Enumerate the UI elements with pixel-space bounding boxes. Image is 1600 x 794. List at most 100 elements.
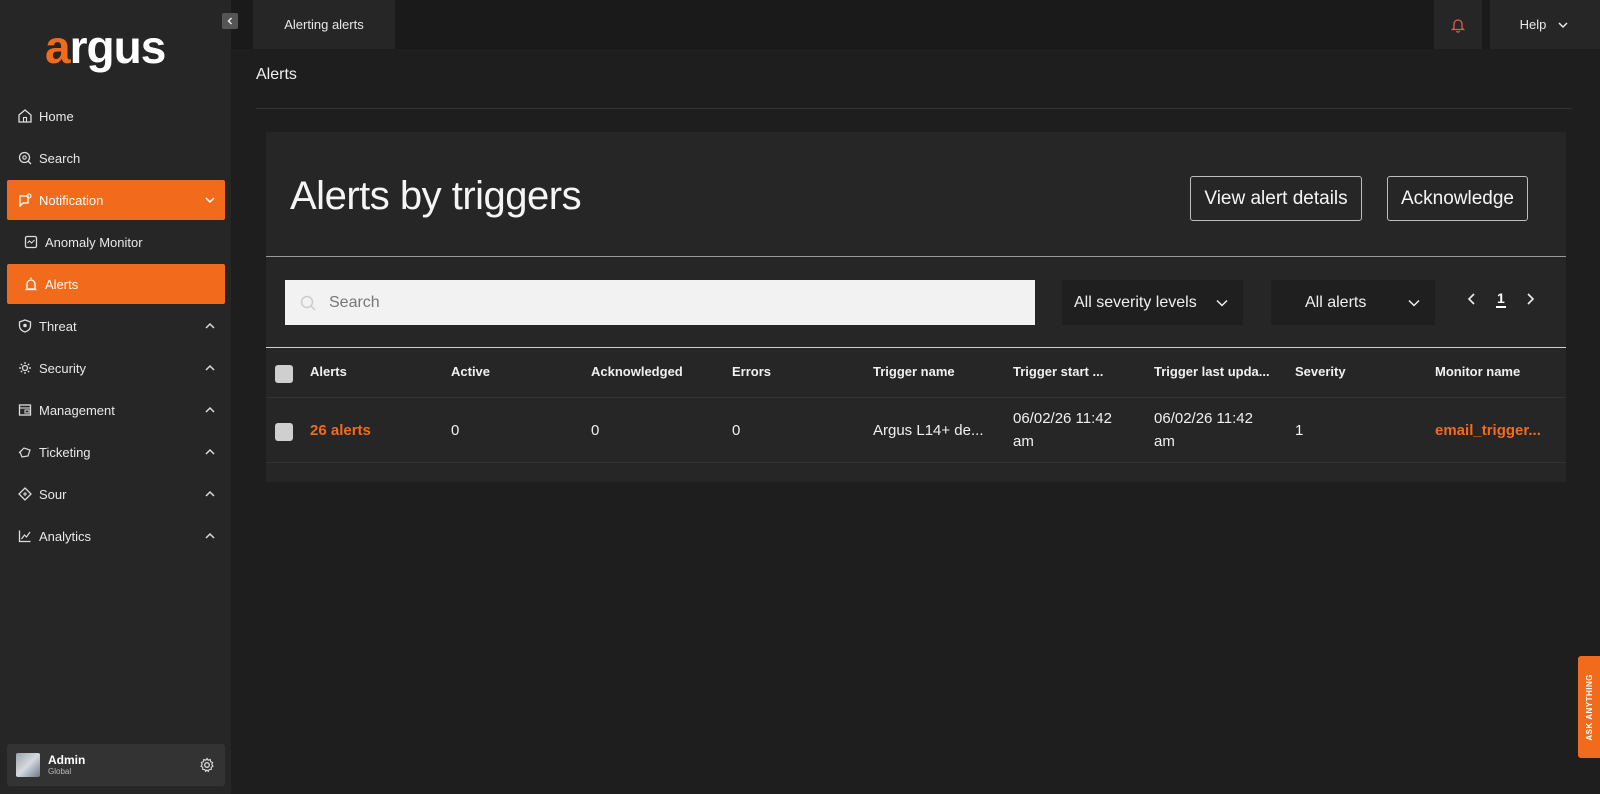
avatar (16, 753, 40, 777)
sidebar-item-label: Sour (39, 486, 67, 502)
collapse-sidebar-button[interactable] (222, 13, 238, 29)
ask-anything-widget[interactable]: ASK ANYTHING (1578, 656, 1600, 758)
sidebar-item-ticketing[interactable]: Ticketing (7, 432, 225, 472)
chevron-left-icon[interactable] (1466, 292, 1478, 306)
sidebar-item-alerts[interactable]: Alerts (7, 264, 225, 304)
column-header[interactable]: Acknowledged (591, 364, 683, 379)
sidebar-item-security[interactable]: Security (7, 348, 225, 388)
table-row[interactable]: 26 alerts 0 0 0 Argus L14+ de... 06/02/2… (266, 397, 1566, 463)
chevron-down-icon (1558, 21, 1568, 28)
user-profile[interactable]: Admin Global (7, 744, 225, 786)
sidebar-item-label: Search (39, 150, 81, 166)
pagination: 1 (1466, 290, 1536, 308)
row-checkbox[interactable] (275, 423, 293, 441)
sidebar-item-label: Notification (39, 192, 104, 208)
errors-count: 0 (732, 422, 741, 439)
trigger-last-update-time: 06/02/26 11:42 (1154, 410, 1253, 427)
chevron-up-icon (205, 532, 215, 539)
divider (256, 108, 1572, 109)
acknowledge-button[interactable]: Acknowledge (1387, 176, 1528, 221)
chevron-right-icon[interactable] (1524, 292, 1536, 306)
sidebar-item-label: Home (39, 108, 74, 124)
sidebar-item-threat[interactable]: Threat (7, 306, 225, 346)
user-name: Admin (48, 753, 86, 767)
chevron-up-icon (205, 490, 215, 497)
column-header[interactable]: Alerts (310, 364, 347, 379)
chevron-left-icon (227, 17, 232, 25)
column-header[interactable]: Trigger name (873, 364, 955, 379)
alarm-icon (23, 276, 39, 292)
column-header[interactable]: Severity (1295, 364, 1346, 379)
sidebar-item-search[interactable]: Search (7, 138, 225, 178)
column-header[interactable]: Monitor name (1435, 364, 1520, 379)
source-icon (17, 486, 33, 502)
search-icon (17, 150, 33, 166)
acknowledged-count: 0 (591, 422, 600, 439)
column-header[interactable]: Trigger start ... (1013, 364, 1138, 379)
alerts-card: Alerts by triggers View alert details Ac… (266, 132, 1566, 482)
alerts-filter-dropdown[interactable]: All alerts (1271, 280, 1435, 325)
search-input[interactable] (329, 293, 1009, 312)
sidebar-nav: Home Search Notification Anomaly Monitor… (7, 96, 225, 558)
sidebar-item-label: Anomaly Monitor (45, 234, 143, 250)
chevron-up-icon (205, 448, 215, 455)
trigger-last-update-ampm: am (1154, 433, 1175, 450)
sidebar-item-home[interactable]: Home (7, 96, 225, 136)
page-number[interactable]: 1 (1496, 290, 1506, 308)
sidebar-item-label: Alerts (45, 276, 79, 292)
bell-icon[interactable] (1434, 0, 1482, 49)
sidebar-item-anomaly-monitor[interactable]: Anomaly Monitor (7, 222, 225, 262)
page-title: Alerts (256, 66, 297, 83)
severity-filter-dropdown[interactable]: All severity levels (1062, 280, 1243, 325)
view-alert-details-button[interactable]: View alert details (1190, 176, 1362, 221)
management-icon (17, 402, 33, 418)
sidebar-item-analytics[interactable]: Analytics (7, 516, 225, 556)
chevron-down-icon (1216, 299, 1228, 307)
trigger-start-time: 06/02/26 11:42 (1013, 410, 1112, 427)
monitor-name-link[interactable]: email_trigger... (1435, 422, 1560, 439)
chevron-up-icon (205, 322, 215, 329)
sidebar-item-label: Threat (39, 318, 77, 334)
column-header[interactable]: Errors (732, 364, 771, 379)
ask-anything-label: ASK ANYTHING (1584, 673, 1594, 741)
severity-filter-value: All severity levels (1074, 293, 1197, 311)
analytics-icon (17, 528, 33, 544)
chevron-down-icon (1408, 299, 1420, 307)
chevron-up-icon (205, 364, 215, 371)
logo-accent-letter: a (45, 21, 71, 73)
home-icon (17, 108, 33, 124)
sidebar: a rgus Home Search Notification Anomaly M… (0, 0, 231, 794)
sidebar-item-notification[interactable]: Notification (7, 180, 225, 220)
notification-icon (17, 192, 33, 208)
top-bar: Alerting alerts Help (231, 0, 1600, 49)
search-icon (300, 295, 316, 311)
sidebar-item-sour[interactable]: Sour (7, 474, 225, 514)
shield-icon (17, 318, 33, 334)
trigger-name: Argus L14+ de... (873, 422, 984, 439)
monitor-icon (23, 234, 39, 250)
trigger-start-ampm: am (1013, 433, 1034, 450)
tab-alerting-alerts[interactable]: Alerting alerts (253, 0, 395, 49)
sidebar-item-label: Management (39, 402, 115, 418)
card-title: Alerts by triggers (290, 174, 582, 218)
severity-value: 1 (1295, 422, 1304, 439)
search-box (285, 280, 1035, 325)
column-header[interactable]: Active (451, 364, 490, 379)
security-icon (17, 360, 33, 376)
help-menu[interactable]: Help (1490, 0, 1600, 49)
chevron-down-icon (205, 197, 215, 204)
table-header: Alerts Active Acknowledged Errors Trigge… (266, 348, 1566, 396)
chevron-up-icon (205, 406, 215, 413)
active-count: 0 (451, 422, 460, 439)
sidebar-item-management[interactable]: Management (7, 390, 225, 430)
select-all-checkbox[interactable] (275, 365, 293, 383)
help-label: Help (1519, 17, 1547, 32)
logo-text: rgus (69, 21, 167, 73)
gear-icon[interactable] (199, 757, 215, 773)
ticket-icon (17, 444, 33, 460)
argus-logo[interactable]: a rgus (45, 21, 167, 73)
sidebar-item-label: Ticketing (39, 444, 91, 460)
column-header[interactable]: Trigger last upda... (1154, 364, 1279, 379)
alerts-filter-value: All alerts (1305, 293, 1367, 311)
alerts-count-link[interactable]: 26 alerts (310, 422, 371, 439)
